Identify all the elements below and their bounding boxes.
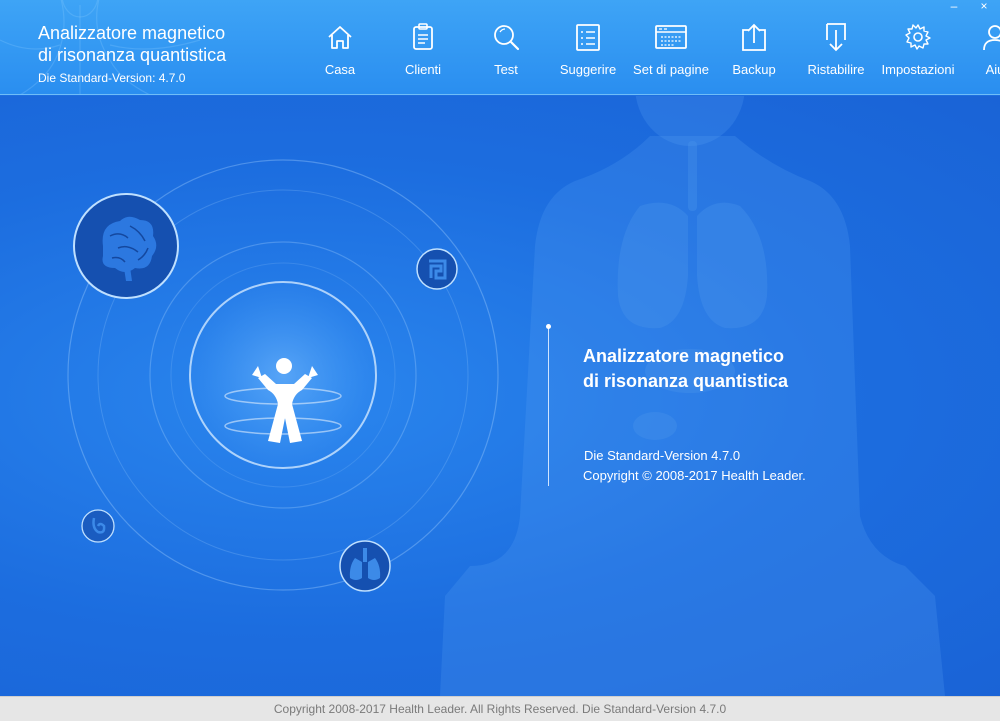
splash-artwork	[67, 96, 945, 696]
nav-help-label: Aiu	[985, 62, 1000, 77]
nav-test-button[interactable]: Test	[466, 22, 546, 88]
app-title-line1: Analizzatore magnetico	[38, 23, 226, 43]
minimize-button[interactable]: –	[940, 0, 968, 14]
splash-main-area: Analizzatore magnetico di risonanza quan…	[0, 96, 1000, 696]
splash-title-line1: Analizzatore magnetico	[583, 346, 785, 366]
user-icon	[983, 25, 1000, 51]
splash-version: Die Standard-Version 4.7.0	[584, 448, 741, 463]
clipboard-icon	[413, 23, 433, 50]
app-title: Analizzatore magnetico di risonanza quan…	[38, 22, 298, 66]
download-icon	[826, 23, 846, 52]
splash-divider	[548, 326, 549, 486]
splash-title: Analizzatore magnetico di risonanza quan…	[583, 344, 788, 394]
nav-page-set-label: Set di pagine	[633, 62, 709, 77]
nav-clients-button[interactable]: Clienti	[383, 22, 463, 88]
nav-suggest-button[interactable]: Suggerire	[548, 22, 628, 88]
close-button[interactable]: ×	[970, 0, 998, 14]
intestine-icon[interactable]	[416, 248, 458, 290]
splash-copyright: Copyright © 2008-2017 Health Leader.	[583, 468, 806, 483]
app-window: Analizzatore magnetico di risonanza quan…	[0, 0, 1000, 721]
nav-clients-label: Clienti	[404, 62, 442, 77]
upload-icon	[742, 23, 766, 51]
nav-suggest-label: Suggerire	[559, 62, 617, 77]
nav-home-button[interactable]: Casa	[300, 22, 380, 88]
nav-settings-label: Impostazioni	[881, 62, 955, 77]
nav-test-label: Test	[494, 62, 518, 77]
gear-icon	[905, 24, 931, 50]
nav-settings-button[interactable]: Impostazioni	[878, 22, 958, 88]
splash-divider-dot	[546, 324, 551, 329]
search-icon	[494, 25, 520, 51]
header-toolbar: Analizzatore magnetico di risonanza quan…	[0, 0, 1000, 95]
nav-restore-label: Ristabilire	[807, 62, 865, 77]
home-icon	[328, 26, 352, 49]
nav-backup-button[interactable]: Backup	[714, 22, 794, 88]
splash-title-line2: di risonanza quantistica	[583, 371, 789, 391]
list-icon	[576, 24, 600, 51]
app-title-line2: di risonanza quantistica	[38, 45, 227, 65]
nav-backup-label: Backup	[732, 62, 776, 77]
app-version: Die Standard-Version: 4.7.0	[38, 71, 186, 85]
nav-home-label: Casa	[324, 62, 356, 77]
window-icon	[655, 25, 687, 49]
nav-restore-button[interactable]: Ristabilire	[796, 22, 876, 88]
nav-help-button[interactable]: Aiu	[955, 22, 1000, 88]
stomach-icon[interactable]	[81, 509, 115, 543]
status-bar-footer: Copyright 2008-2017 Health Leader. All R…	[0, 696, 1000, 721]
center-circle	[189, 281, 377, 469]
lungs-icon[interactable]	[339, 540, 391, 592]
nav-page-set-button[interactable]: Set di pagine	[631, 22, 711, 88]
brain-icon[interactable]	[73, 193, 179, 299]
